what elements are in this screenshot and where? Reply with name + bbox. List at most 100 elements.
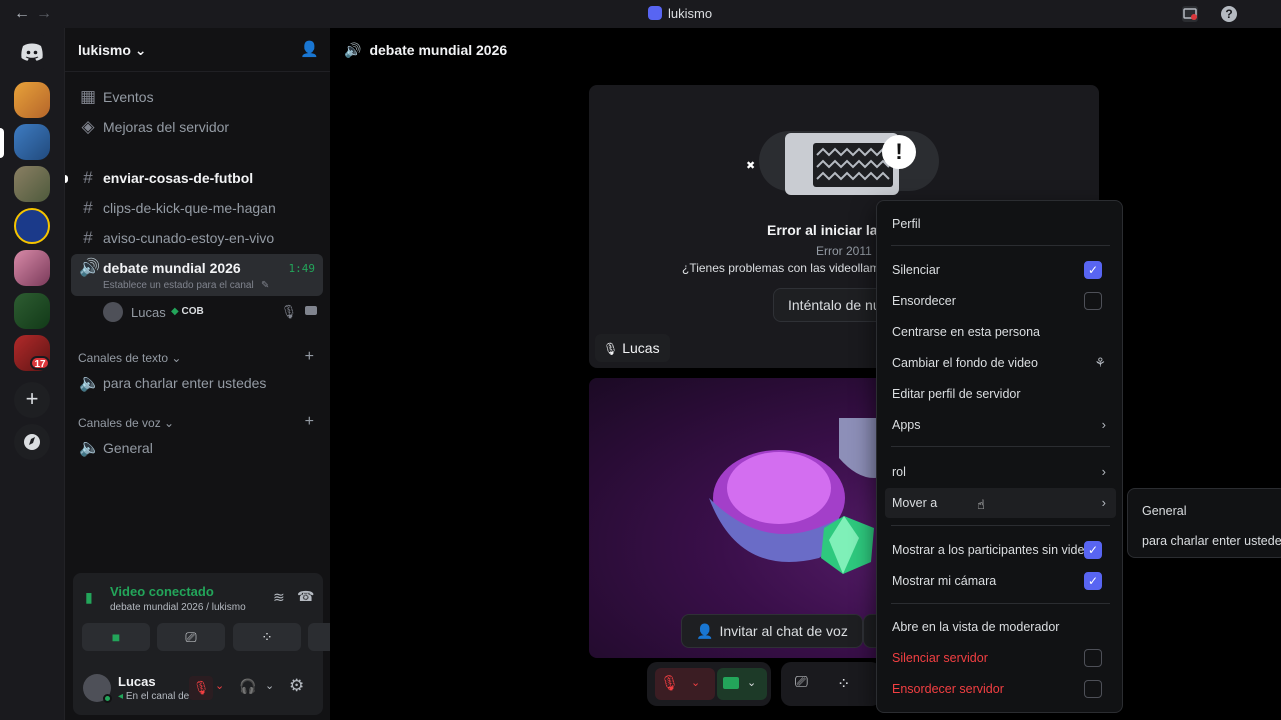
voice-channel-debate[interactable]: 🔊 debate mundial 2026 1:49 Establece un …	[71, 254, 323, 296]
channel-label: clips-de-kick-que-me-hagan	[103, 200, 276, 216]
chevron-down-icon[interactable]: ⌄	[265, 679, 274, 692]
menu-divider	[891, 245, 1110, 246]
channel-para-charlar[interactable]: 🔈 para charlar enter ustedes	[71, 369, 323, 397]
server-avatar-5[interactable]	[14, 250, 50, 286]
channel-enviar-cosas-de-futbol[interactable]: # enviar-cosas-de-futbol	[71, 164, 323, 192]
retry-button[interactable]: Inténtalo de nu	[773, 288, 893, 322]
chevron-down-icon[interactable]: ⌄	[215, 679, 224, 692]
hash-icon: #	[83, 168, 93, 187]
voice-user-name: Lucas	[131, 305, 166, 320]
menu-item-video-background[interactable]: Cambiar el fondo de video ⚘	[885, 348, 1116, 378]
settings-gear-icon[interactable]: ⚙	[289, 676, 304, 696]
voice-category[interactable]: Canales de voz ⌄	[78, 416, 174, 430]
menu-item-show-non-video[interactable]: Mostrar a los participantes sin video ✓	[885, 535, 1116, 565]
activities-icon[interactable]: ⁘	[837, 674, 850, 694]
mic-muted-icon: 🎙	[660, 675, 680, 692]
channel-header-title: debate mundial 2026	[369, 42, 508, 58]
channel-sidebar: lukismo ⌄ 👤 ▦ Eventos ◈ Mejoras del serv…	[64, 28, 376, 720]
submenu-item-para-charlar[interactable]: para charlar enter ustedes	[1142, 534, 1281, 548]
voice-channel-label: debate mundial 2026	[103, 260, 241, 276]
active-server-pill	[0, 128, 4, 158]
server-header[interactable]: lukismo ⌄ 👤	[65, 28, 331, 72]
activities-button[interactable]: ⁘	[233, 623, 301, 651]
muted-mic-icon: 🎙	[603, 342, 619, 356]
menu-item-moderator-view[interactable]: Abre en la vista de moderador	[885, 612, 1116, 642]
error-title: Error al iniciar la c	[767, 222, 890, 238]
checkbox-checked[interactable]: ✓	[1084, 261, 1102, 279]
channel-aviso[interactable]: # aviso-cunado-estoy-en-vivo	[71, 224, 323, 252]
channel-status-text[interactable]: Establece un estado para el canal	[103, 280, 254, 291]
back-icon[interactable]: ←	[14, 5, 30, 23]
inbox-icon[interactable]	[1182, 6, 1198, 22]
menu-item-mute[interactable]: Silenciar ✓	[885, 255, 1116, 285]
checkbox-unchecked[interactable]	[1084, 680, 1102, 698]
mouse-cursor: ☝	[977, 497, 985, 512]
sidebar-item-events[interactable]: ▦ Eventos	[71, 83, 323, 111]
menu-item-move-to[interactable]: Mover a ›	[885, 488, 1116, 518]
warning-icon: !	[882, 135, 916, 169]
server-avatar-4[interactable]	[14, 208, 50, 244]
signal-icon[interactable]: ▮	[85, 589, 93, 606]
add-text-channel-icon[interactable]: +	[305, 348, 314, 366]
voice-main-area: 🔊 debate mundial 2026 ! ✖ Error al inicia…	[330, 28, 1281, 720]
headphones-icon[interactable]: 🎧	[239, 678, 256, 695]
window-title-text: lukismo	[668, 6, 713, 21]
checkbox-unchecked[interactable]	[1084, 292, 1102, 310]
participant-name: Lucas	[622, 340, 660, 356]
speaker-icon: 🔈	[79, 438, 101, 457]
server-avatar-6[interactable]	[14, 293, 50, 329]
disconnect-icon[interactable]: ☎	[297, 588, 314, 605]
mic-muted-button[interactable]: 🎙	[189, 676, 213, 700]
connection-location[interactable]: debate mundial 2026 / lukismo	[110, 602, 246, 613]
user-panel: Lucas ◂ En el canal de voz 🎙 ⌄ 🎧 ⌄ ⚙	[65, 664, 331, 720]
chevron-right-icon: ›	[1101, 495, 1106, 510]
help-icon[interactable]: ?	[1221, 6, 1237, 22]
window-title: lukismo	[648, 6, 712, 21]
menu-item-focus[interactable]: Centrarse en esta persona	[885, 317, 1116, 347]
screen-share-button[interactable]: ⎚	[157, 623, 225, 651]
invite-voice-button[interactable]: 👤 Invitar al chat de voz	[681, 614, 863, 648]
voice-user-lucas[interactable]: Lucas ◆ COB 🎙	[71, 298, 323, 326]
channel-clips[interactable]: # clips-de-kick-que-me-hagan	[71, 194, 323, 222]
channel-label: aviso-cunado-estoy-en-vivo	[103, 230, 275, 246]
submenu-item-general[interactable]: General	[1142, 504, 1186, 518]
screen-share-icon[interactable]: ⎚	[795, 674, 808, 692]
add-user-icon: 👤	[696, 623, 714, 639]
menu-item-apps[interactable]: Apps ›	[885, 410, 1116, 440]
chevron-down-icon[interactable]: ⌄	[691, 676, 700, 689]
edit-icon[interactable]: ✎	[261, 280, 269, 291]
voice-channel-general[interactable]: 🔈 General	[71, 434, 323, 462]
add-voice-channel-icon[interactable]: +	[305, 413, 314, 431]
sidebar-item-boosts[interactable]: ◈ Mejoras del servidor	[71, 113, 323, 141]
connection-status[interactable]: Video conectado	[110, 584, 214, 599]
menu-item-role[interactable]: rol ›	[885, 457, 1116, 487]
server-avatar-1[interactable]	[14, 82, 50, 118]
menu-item-server-mute[interactable]: Silenciar servidor	[885, 643, 1116, 673]
camera-button[interactable]: ■	[82, 623, 150, 651]
add-server-icon[interactable]: +	[14, 382, 50, 418]
checkbox-checked[interactable]: ✓	[1084, 572, 1102, 590]
checkbox-checked[interactable]: ✓	[1084, 541, 1102, 559]
add-user-icon[interactable]: 👤	[300, 40, 319, 58]
user-context-menu: Perfil Silenciar ✓ Ensordecer Centrarse e…	[876, 200, 1123, 713]
channel-header: 🔊 debate mundial 2026	[344, 42, 507, 59]
checkbox-unchecked[interactable]	[1084, 649, 1102, 667]
noise-suppression-icon[interactable]: ≋	[273, 589, 285, 606]
menu-item-edit-server-profile[interactable]: Editar perfil de servidor	[885, 379, 1116, 409]
server-icon	[648, 6, 662, 20]
user-tag: ◆ COB	[171, 306, 204, 317]
sidebar-item-label: Mejoras del servidor	[103, 119, 230, 135]
server-avatar-lukismo[interactable]	[14, 124, 50, 160]
sidebar-item-label: Eventos	[103, 89, 154, 105]
discord-home-icon[interactable]	[14, 34, 50, 70]
text-category[interactable]: Canales de texto ⌄	[78, 351, 181, 365]
server-avatar-3[interactable]	[14, 166, 50, 202]
menu-item-server-deafen[interactable]: Ensordecer servidor	[885, 674, 1116, 704]
menu-item-deafen[interactable]: Ensordecer	[885, 286, 1116, 316]
forward-icon[interactable]: →	[36, 5, 52, 23]
discover-icon[interactable]	[14, 424, 50, 460]
menu-item-show-my-camera[interactable]: Mostrar mi cámara ✓	[885, 566, 1116, 596]
chevron-down-icon[interactable]: ⌄	[747, 676, 756, 689]
channel-label: General	[103, 440, 153, 456]
menu-item-profile[interactable]: Perfil	[885, 209, 1116, 239]
